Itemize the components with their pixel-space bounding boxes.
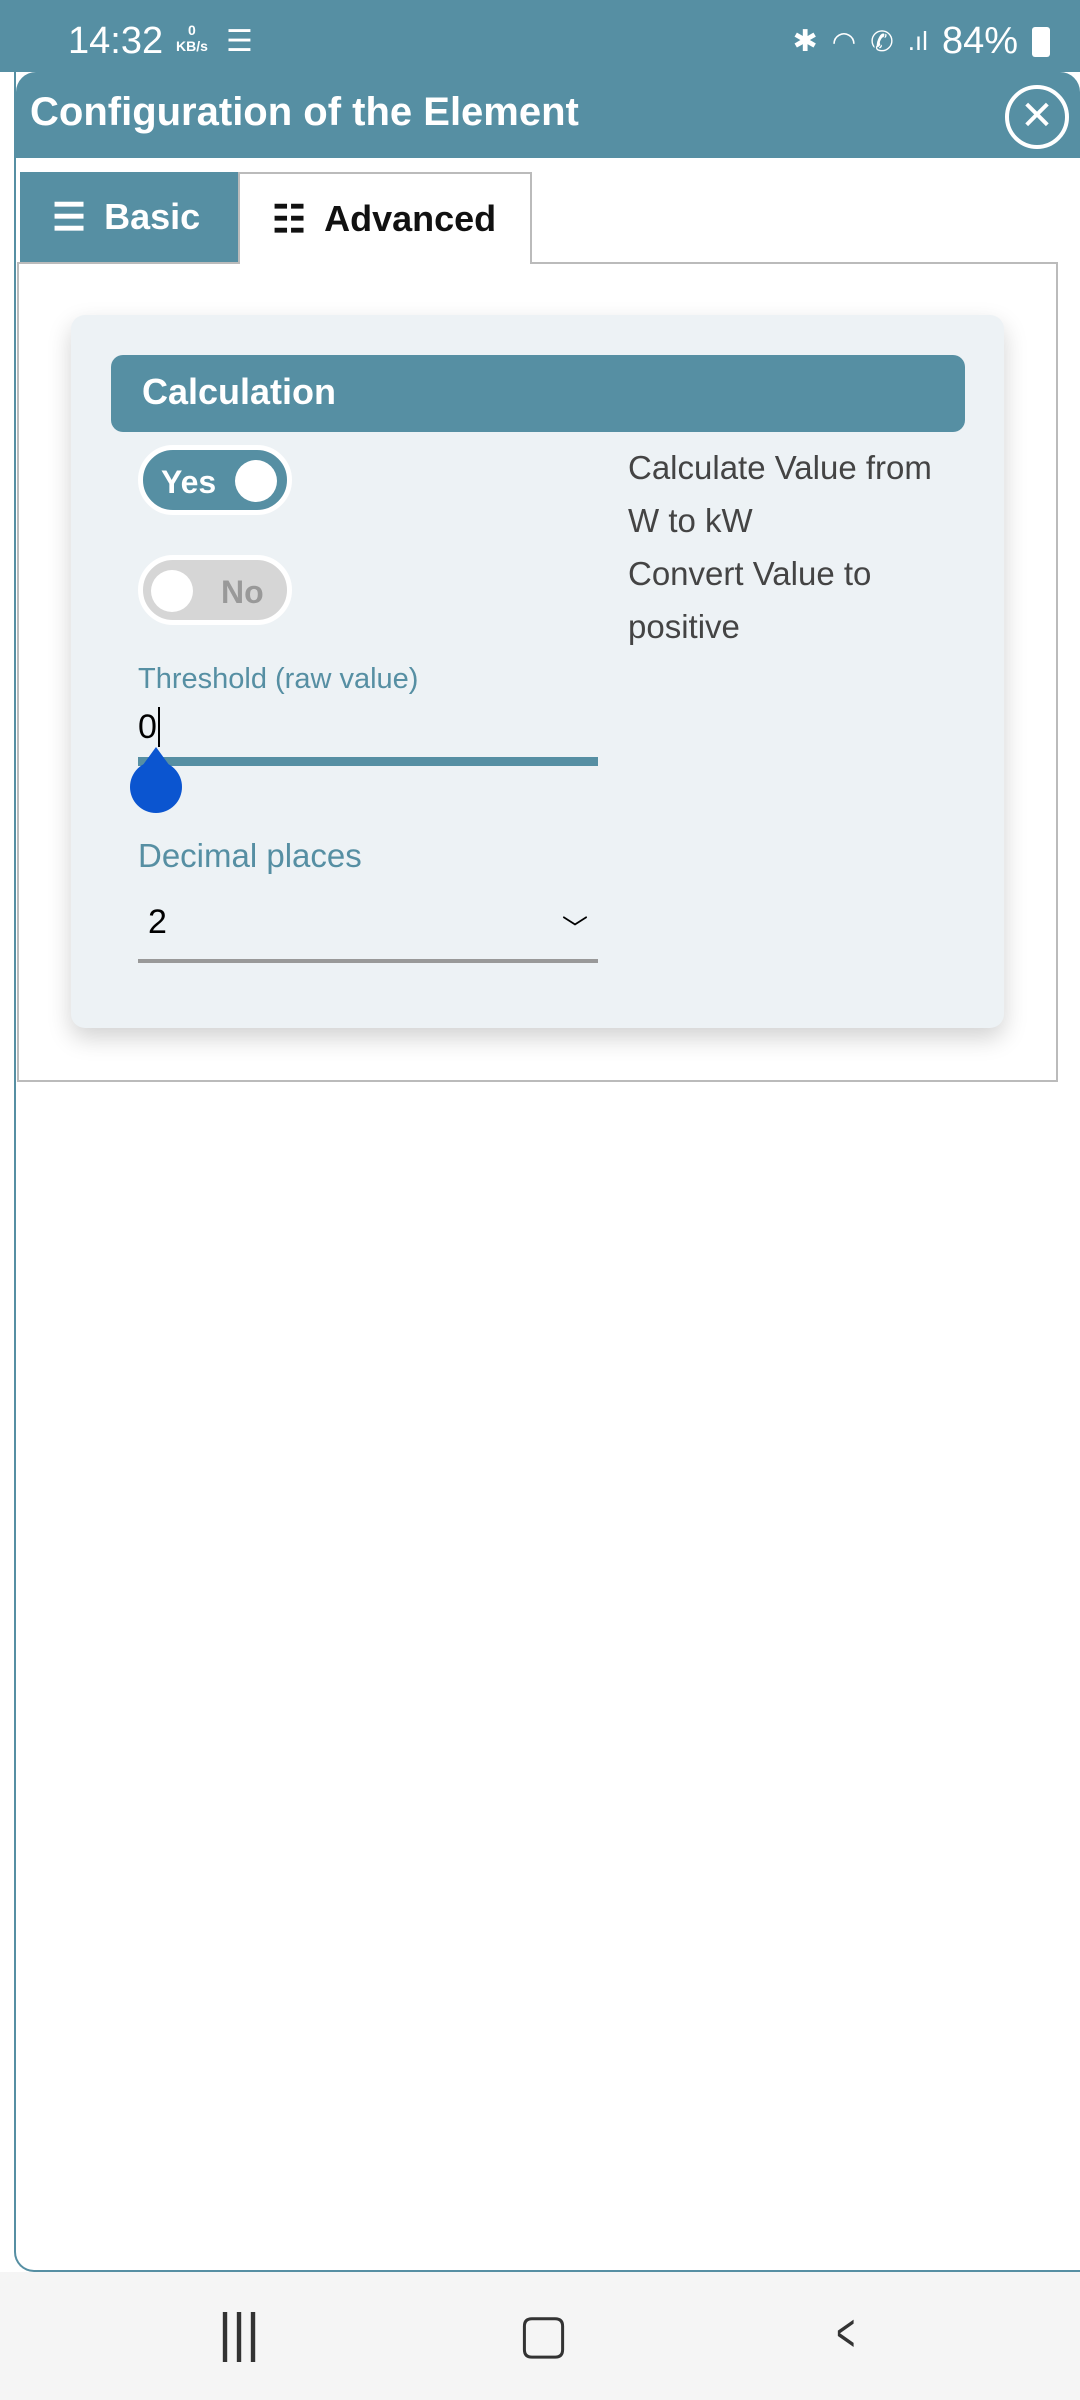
- toggle-knob: [235, 460, 277, 502]
- signal-icon: .ıl: [907, 26, 928, 56]
- close-icon[interactable]: ✕: [1005, 85, 1069, 149]
- home-icon[interactable]: ▢: [518, 2302, 569, 2365]
- decimal-select[interactable]: 2 ﹀: [138, 895, 598, 963]
- nav-bar: ||| ▢ <: [0, 2272, 1080, 2400]
- section-title: Calculation: [111, 355, 965, 432]
- tab-advanced[interactable]: ☷ Advanced: [238, 172, 532, 264]
- toggle-w-to-kw[interactable]: Yes: [138, 445, 292, 515]
- dialog-header: Configuration of the Element: [16, 72, 1080, 158]
- battery-level: 84%: [941, 20, 1018, 62]
- back-icon[interactable]: <: [836, 2302, 855, 2364]
- toggle-knob: [151, 570, 193, 612]
- list-add-icon: ☷: [272, 198, 307, 241]
- desc-w-to-kw: Calculate Value from W to kW: [628, 449, 932, 539]
- toggle-label: Yes: [161, 464, 217, 500]
- tab-label: Advanced: [324, 198, 497, 239]
- battery-icon: [1032, 26, 1050, 57]
- toggle-positive[interactable]: No: [138, 555, 292, 625]
- decimal-value: 2: [148, 903, 167, 941]
- threshold-slider[interactable]: [138, 757, 598, 766]
- threshold-label: Threshold (raw value): [138, 663, 419, 695]
- decimal-label: Decimal places: [138, 837, 362, 874]
- chevron-down-icon: ﹀: [561, 914, 588, 944]
- desc-positive: Convert Value to positive: [628, 555, 872, 645]
- dialog-title: Configuration of the Element: [30, 90, 579, 134]
- recents-icon[interactable]: |||: [218, 2302, 260, 2364]
- wifi-call-icon: ✆: [870, 26, 894, 57]
- slider-thumb[interactable]: [130, 747, 182, 813]
- android-debug-icon: ☰: [226, 25, 253, 58]
- tab-basic[interactable]: ☰ Basic: [20, 172, 238, 262]
- net-speed: 0 KB/s: [176, 22, 208, 54]
- tab-label: Basic: [104, 196, 201, 237]
- toggle-label: No: [221, 574, 264, 610]
- list-icon: ☰: [52, 196, 87, 239]
- status-bar: 14:32 0 KB/s ☰ ✱ ◠ ✆ .ıl 84%: [0, 0, 1080, 72]
- calculation-card: Calculation Yes No Calculate Value from …: [71, 315, 1004, 1028]
- toggle-descriptions: Calculate Value from W to kW Convert Val…: [628, 441, 968, 653]
- threshold-input[interactable]: 0: [138, 707, 160, 747]
- clock: 14:32: [68, 20, 164, 62]
- wifi-icon: ◠: [831, 26, 857, 57]
- bluetooth-icon: ✱: [792, 25, 818, 58]
